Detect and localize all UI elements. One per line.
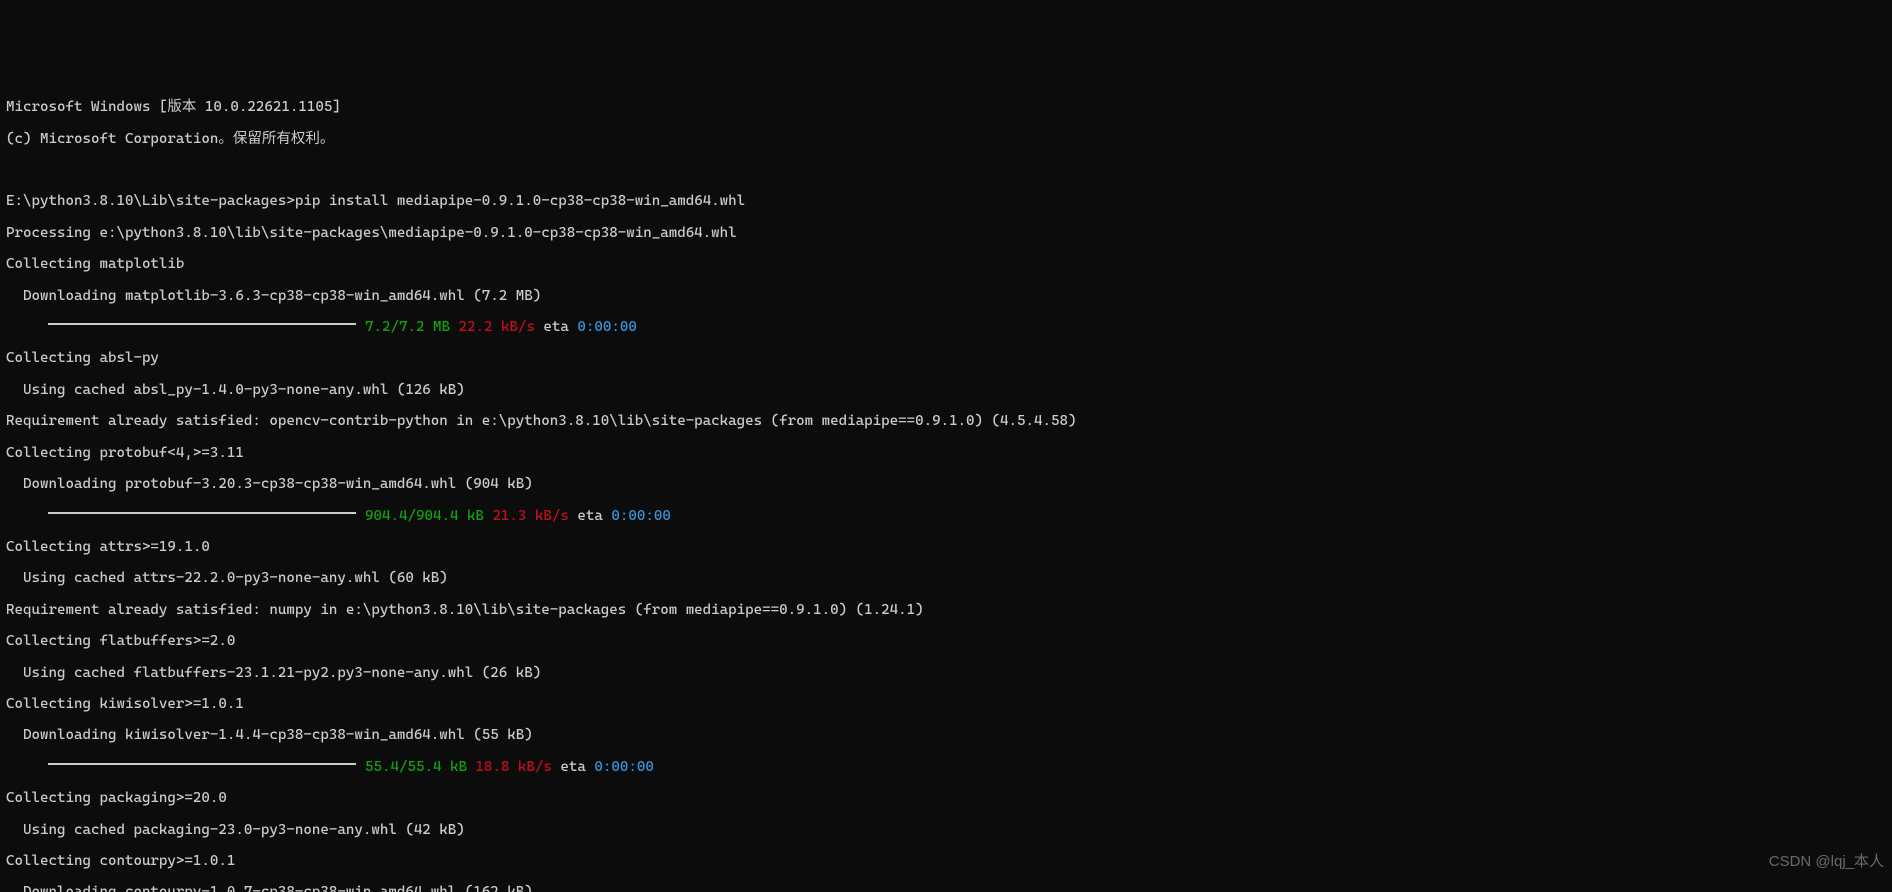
output-line: Collecting absl-py: [6, 351, 1886, 367]
output-line: Using cached absl_py-1.4.0-py3-none-any.…: [6, 383, 1886, 399]
progress-speed: 22.2 kB/s: [458, 319, 534, 335]
progress-eta: 0:00:00: [594, 759, 653, 775]
progress-size: 7.2/7.2 MB: [365, 319, 450, 335]
output-line: Collecting flatbuffers>=2.0: [6, 634, 1886, 650]
progress-bar: [48, 763, 356, 765]
progress-speed: 18.8 kB/s: [475, 759, 551, 775]
output-line: Downloading kiwisolver-1.4.4-cp38-cp38-w…: [6, 728, 1886, 744]
progress-size: 904.4/904.4 kB: [365, 508, 484, 524]
output-line: Downloading protobuf-3.20.3-cp38-cp38-wi…: [6, 477, 1886, 493]
progress-speed: 21.3 kB/s: [492, 508, 568, 524]
progress-eta-label: eta: [569, 508, 611, 524]
command-text: pip install mediapipe-0.9.1.0-cp38-cp38-…: [295, 193, 745, 209]
progress-bar: [48, 323, 356, 325]
os-banner-line1: Microsoft Windows [版本 10.0.22621.1105]: [6, 100, 1886, 116]
progress-pad: [6, 759, 48, 775]
output-line: Requirement already satisfied: numpy in …: [6, 603, 1886, 619]
output-line: Downloading contourpy-1.0.7-cp38-cp38-wi…: [6, 885, 1886, 892]
output-line: Collecting protobuf<4,>=3.11: [6, 446, 1886, 462]
output-line: Collecting attrs>=19.1.0: [6, 540, 1886, 556]
blank-line: [6, 163, 1886, 179]
output-line: Using cached flatbuffers-23.1.21-py2.py3…: [6, 666, 1886, 682]
progress-line: 7.2/7.2 MB 22.2 kB/s eta 0:00:00: [6, 320, 1886, 336]
output-line: Collecting contourpy>=1.0.1: [6, 854, 1886, 870]
progress-pad: [6, 508, 48, 524]
watermark-text: CSDN @lqj_本人: [1769, 854, 1884, 870]
progress-eta: 0:00:00: [611, 508, 670, 524]
progress-pad: [6, 319, 48, 335]
terminal-output[interactable]: Microsoft Windows [版本 10.0.22621.1105] (…: [0, 79, 1892, 892]
progress-eta-label: eta: [552, 759, 594, 775]
progress-bar: [48, 512, 356, 514]
prompt-line-1: E:\python3.8.10\Lib\site-packages>pip in…: [6, 194, 1886, 210]
progress-line: 904.4/904.4 kB 21.3 kB/s eta 0:00:00: [6, 509, 1886, 525]
progress-size: 55.4/55.4 kB: [365, 759, 467, 775]
output-line: Using cached attrs-22.2.0-py3-none-any.w…: [6, 571, 1886, 587]
output-line: Collecting kiwisolver>=1.0.1: [6, 697, 1886, 713]
output-line: Requirement already satisfied: opencv-co…: [6, 414, 1886, 430]
output-line: Downloading matplotlib-3.6.3-cp38-cp38-w…: [6, 289, 1886, 305]
output-line: Collecting packaging>=20.0: [6, 791, 1886, 807]
os-banner-line2: (c) Microsoft Corporation。保留所有权利。: [6, 132, 1886, 148]
prompt-path: E:\python3.8.10\Lib\site-packages>: [6, 193, 295, 209]
output-line: Processing e:\python3.8.10\lib\site-pack…: [6, 226, 1886, 242]
progress-eta: 0:00:00: [577, 319, 636, 335]
progress-line: 55.4/55.4 kB 18.8 kB/s eta 0:00:00: [6, 760, 1886, 776]
output-line: Using cached packaging-23.0-py3-none-any…: [6, 823, 1886, 839]
output-line: Collecting matplotlib: [6, 257, 1886, 273]
progress-eta-label: eta: [535, 319, 577, 335]
